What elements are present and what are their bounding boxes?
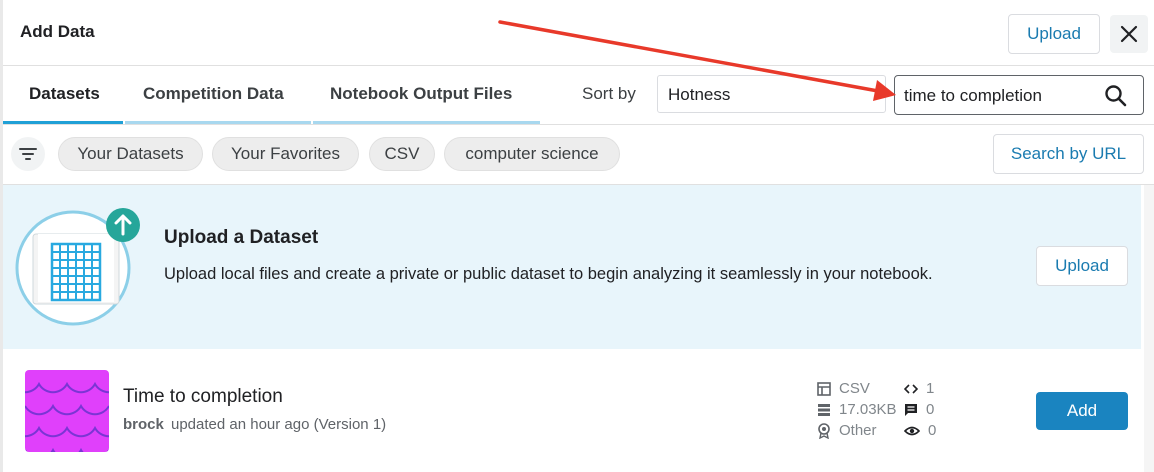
filter-icon <box>19 148 37 160</box>
search-input[interactable]: time to completion <box>894 75 1144 115</box>
banner-upload-button[interactable]: Upload <box>1036 246 1128 286</box>
dialog-title: Add Data <box>20 22 95 41</box>
dataset-updated: updated an hour ago (Version 1) <box>171 416 387 433</box>
close-button[interactable] <box>1110 15 1148 53</box>
code-icon <box>904 383 918 394</box>
dataset-file-type: CSV <box>817 380 870 397</box>
dataset-comments-count-value: 0 <box>926 401 935 418</box>
tabs-divider <box>3 124 1154 125</box>
dataset-license: Other <box>817 422 877 439</box>
add-data-dialog: Add Data Upload Datasets Competition Dat… <box>3 0 1154 472</box>
storage-icon <box>818 403 830 416</box>
dataset-file-type-value: CSV <box>839 380 870 397</box>
eye-icon <box>904 426 920 435</box>
search-input-value: time to completion <box>904 86 1042 105</box>
chip-csv[interactable]: CSV <box>369 137 435 171</box>
comment-icon <box>905 403 917 416</box>
dataset-license-value: Other <box>839 422 877 439</box>
chip-your-datasets[interactable]: Your Datasets <box>58 137 203 171</box>
upload-dataset-illustration <box>15 208 140 326</box>
scrollbar[interactable] <box>1144 185 1154 472</box>
dataset-views-count-value: 0 <box>928 422 937 439</box>
dataset-owner[interactable]: brock <box>123 416 164 433</box>
sort-select[interactable]: Hotness <box>657 75 886 113</box>
license-badge-icon <box>818 422 830 439</box>
search-icon[interactable] <box>1103 83 1129 109</box>
dataset-views-count: 0 <box>904 422 936 439</box>
dataset-size-value: 17.03KB <box>839 401 897 418</box>
dataset-code-count: 1 <box>904 380 934 397</box>
filter-button[interactable] <box>11 137 45 171</box>
sort-label: Sort by <box>582 84 636 103</box>
tab-datasets[interactable]: Datasets <box>29 84 100 104</box>
banner-title: Upload a Dataset <box>164 227 319 248</box>
table-icon <box>817 381 831 396</box>
add-dataset-button[interactable]: Add <box>1036 392 1128 430</box>
search-by-url-button[interactable]: Search by URL <box>993 134 1144 174</box>
dataset-thumbnail <box>25 370 109 452</box>
chip-your-favorites[interactable]: Your Favorites <box>212 137 359 171</box>
dataset-title[interactable]: Time to completion <box>123 386 283 408</box>
banner-description: Upload local files and create a private … <box>164 265 933 283</box>
header-divider <box>3 65 1154 66</box>
dataset-size: 17.03KB <box>817 401 897 418</box>
tab-notebook-output-files[interactable]: Notebook Output Files <box>330 84 512 104</box>
chip-computer-science[interactable]: computer science <box>444 137 620 171</box>
tab-competition-data[interactable]: Competition Data <box>143 84 284 104</box>
dataset-comments-count: 0 <box>904 401 934 418</box>
close-icon <box>1120 25 1138 43</box>
dataset-code-count-value: 1 <box>926 380 935 397</box>
header-upload-button[interactable]: Upload <box>1008 14 1100 54</box>
